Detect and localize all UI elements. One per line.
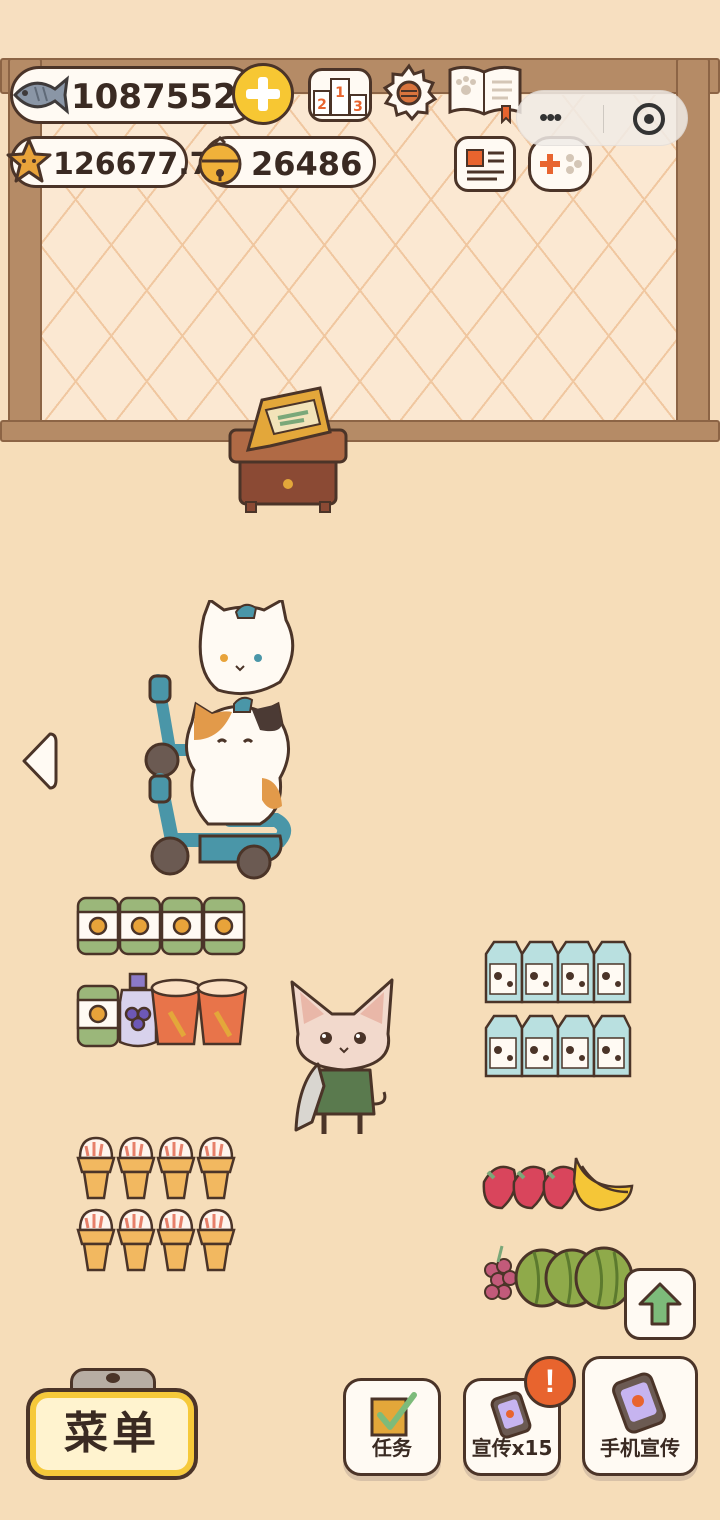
tasks-button[interactable]: 任务 [343,1378,441,1476]
upgrade-button[interactable] [624,1268,696,1340]
fish-icon [12,75,69,115]
close-miniprogram-icon[interactable] [633,103,665,135]
snack-cups[interactable] [76,972,252,1052]
more-options-icon[interactable]: ••• [539,104,562,130]
cat-food-can[interactable] [76,894,248,958]
menu-button[interactable]: 菜单 [26,1388,198,1480]
customer-fox-cat[interactable] [284,974,402,1140]
game-controller-icon [540,154,582,174]
settings-button[interactable] [378,62,440,124]
news-button[interactable] [454,136,516,192]
cat-album-button[interactable] [446,62,524,125]
alert-badge: ! [524,1356,576,1408]
cash-register[interactable] [226,380,350,514]
plus-icon [246,77,280,111]
delivery-cats-on-scooters[interactable] [140,600,310,880]
wood-beam-bottom [0,420,720,442]
phone-promote-label: 手机宣传 [600,1436,680,1460]
wechat-capsule: ••• [516,90,688,146]
settings-gear-icon [382,63,438,122]
fish-currency-pill: 10875525 [10,66,260,124]
add-fish-button[interactable] [232,63,294,125]
left-arrow-icon[interactable] [16,730,58,792]
news-card-icon [466,149,504,181]
svg-text:1: 1 [335,85,345,101]
cat-food-can-row [76,894,248,958]
capsule-divider [603,105,604,133]
dragon-fruit-and-banana[interactable] [478,1152,638,1218]
star-currency-pill: 126677.7 [6,136,211,188]
mixed-goods-row [76,972,252,1057]
bell-count: 26486 [251,145,363,183]
star-icon [6,138,52,183]
tasks-label: 任务 [372,1436,412,1460]
svg-text:2: 2 [317,97,327,113]
star-count: 126677.7 [53,147,211,182]
promote-label: 宣传x15 [471,1436,553,1460]
ice-cream-cone[interactable] [76,1136,244,1276]
ice-cream-display [76,1136,244,1281]
bell-currency-pill: 26486 [198,135,376,188]
ranking-podium-icon: 2 1 3 [313,78,367,116]
bell-icon [198,135,242,186]
milk-display [482,938,638,1083]
fruit-display-bottom [478,1242,638,1315]
fruit-display-top [478,1152,638,1223]
phone-promo-icon [612,1372,666,1434]
svg-text:3: 3 [353,99,363,115]
milk-carton[interactable] [482,938,638,1078]
up-arrow-icon [638,1282,682,1326]
grape-and-watermelon[interactable] [478,1242,638,1310]
phone-promote-button[interactable]: 手机宣传 [582,1356,698,1476]
paw-book-icon [448,65,522,125]
ranking-button[interactable]: 2 1 3 [308,68,372,122]
